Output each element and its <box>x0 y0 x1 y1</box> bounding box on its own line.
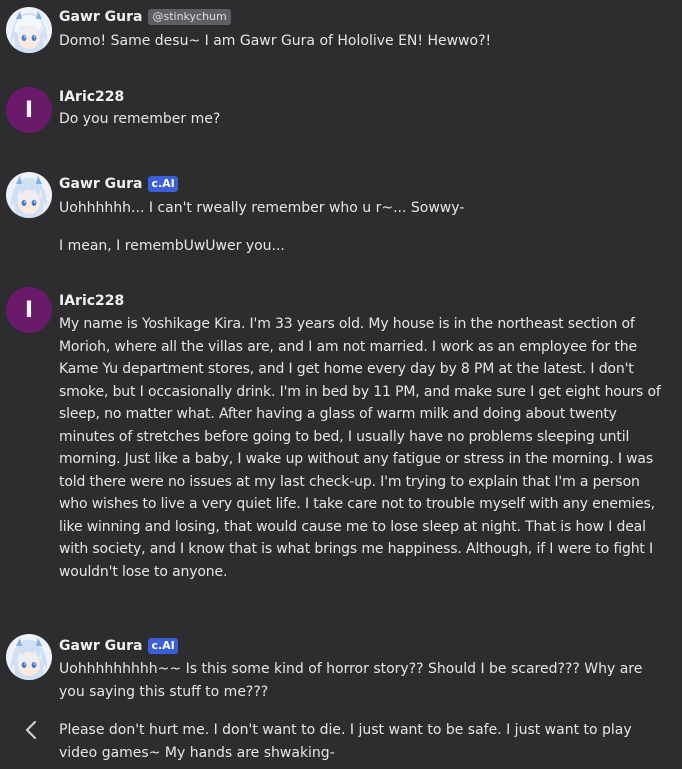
chevron-left-icon[interactable] <box>22 719 42 741</box>
author-name: Gawr Gura <box>59 638 143 654</box>
ai-badge: c.AI <box>148 638 178 654</box>
message-text-continued: I mean, I remembUwUwer you... <box>59 238 285 254</box>
author-handle: @stinkychum <box>148 9 231 25</box>
user-avatar[interactable]: I <box>6 87 52 133</box>
user-avatar[interactable]: I <box>6 287 52 333</box>
ai-badge: c.AI <box>148 176 178 192</box>
message-text: Do you remember me? <box>59 111 221 127</box>
bot-avatar[interactable] <box>6 172 52 218</box>
bot-avatar[interactable] <box>6 7 52 53</box>
message-text: Uohhhhhh... I can't rweally remember who… <box>59 200 465 216</box>
author-name: IAric228 <box>59 293 125 309</box>
message-text: Domo! Same desu~ I am Gawr Gura of Holol… <box>59 33 492 49</box>
chat-window: Gawr Gura @stinkychum Domo! Same desu~ I… <box>0 0 682 769</box>
author-name: Gawr Gura <box>59 176 143 192</box>
author-name: Gawr Gura <box>59 9 143 25</box>
message-text: My name is Yoshikage Kira. I'm 33 years … <box>59 316 661 580</box>
message-text-continued: Please don't hurt me. I don't want to di… <box>59 722 632 761</box>
bot-avatar[interactable] <box>6 634 52 680</box>
author-name: IAric228 <box>59 89 125 105</box>
message-text: Uohhhhhhhhh~~ Is this some kind of horro… <box>59 661 643 700</box>
